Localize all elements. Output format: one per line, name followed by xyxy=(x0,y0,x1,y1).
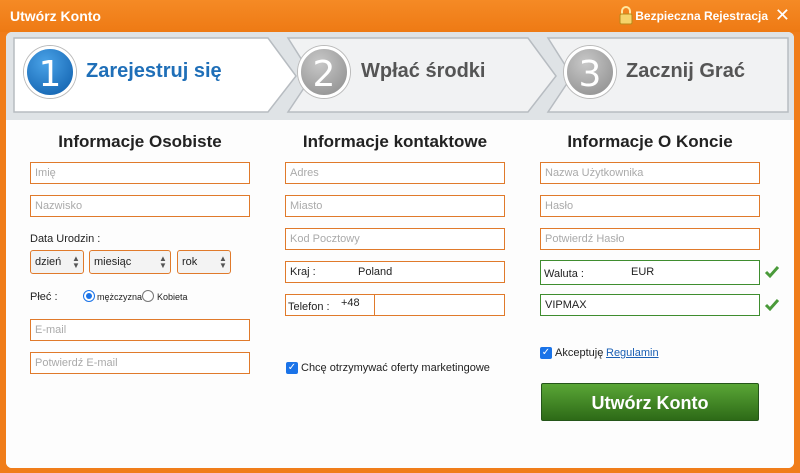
contact-info-title: Informacje kontaktowe xyxy=(302,132,488,151)
promo-code-input[interactable]: VIPMAX xyxy=(540,294,760,316)
personal-info-title: Informacje Osobiste xyxy=(58,132,222,151)
marketing-label: Chcę otrzymywać oferty marketingowe xyxy=(301,362,490,374)
phone-prefix-field[interactable]: Telefon : +48 xyxy=(285,294,375,316)
username-input[interactable]: Nazwa Użytkownika xyxy=(540,162,760,184)
dob-label: Data Urodzin : xyxy=(30,233,101,245)
year-stepper-icon: ▲ ▼ xyxy=(219,254,227,270)
postal-code-input[interactable]: Kod Pocztowy xyxy=(285,228,505,250)
year-select[interactable]: rok ▲ ▼ xyxy=(177,250,231,274)
female-radio[interactable] xyxy=(142,290,154,302)
email-confirm-input[interactable]: Potwierdź E-mail xyxy=(30,352,250,374)
gender-label: Płeć : xyxy=(30,291,58,303)
step-3-number: 3 xyxy=(564,46,616,98)
promo-valid-check-icon xyxy=(764,299,780,312)
accept-label: Akceptuję xyxy=(555,347,604,359)
day-select[interactable]: dzień ▲ ▼ xyxy=(30,250,84,274)
phone-label: Telefon : xyxy=(288,301,330,313)
create-account-button[interactable]: Utwórz Konto xyxy=(541,383,759,421)
title-bar: Utwórz Konto Bezpieczna Rejestracja ✕ xyxy=(0,0,800,32)
city-input[interactable]: Miasto xyxy=(285,195,505,217)
currency-value: EUR xyxy=(631,266,655,278)
country-label: Kraj : xyxy=(290,266,316,278)
month-stepper-icon: ▲ ▼ xyxy=(159,254,167,270)
phone-prefix: +48 xyxy=(341,297,360,309)
male-label: mężczyzna xyxy=(97,292,143,302)
currency-label: Waluta : xyxy=(544,268,584,280)
month-select[interactable]: miesiąc ▲ ▼ xyxy=(89,250,171,274)
country-field[interactable]: Kraj : Poland xyxy=(285,261,505,283)
terms-link[interactable]: Regulamin xyxy=(606,347,659,359)
step-3-label: Zacznij Grać xyxy=(626,60,745,82)
first-name-input[interactable]: Imię xyxy=(30,162,250,184)
month-value: miesiąc xyxy=(94,256,132,268)
step-2-label: Wpłać środki xyxy=(361,60,486,82)
country-value: Poland xyxy=(358,266,393,278)
password-confirm-input[interactable]: Potwierdź Hasło xyxy=(540,228,760,250)
email-input[interactable]: E-mail xyxy=(30,319,250,341)
step-1-label: Zarejestruj się xyxy=(86,60,222,82)
address-input[interactable]: Adres xyxy=(285,162,505,184)
window-frame: Utwórz Konto Bezpieczna Rejestracja ✕ 1 … xyxy=(0,0,800,473)
day-stepper-icon: ▲ ▼ xyxy=(72,254,80,270)
year-value: rok xyxy=(182,256,198,268)
step-2-number: 2 xyxy=(298,46,350,98)
steps-bar: 1 Zarejestruj się 2 Wpłać środki 3 Zaczn… xyxy=(6,32,794,120)
secure-registration-label: Bezpieczna Rejestracja xyxy=(635,9,768,23)
day-value: dzień xyxy=(35,256,62,268)
currency-field[interactable]: Waluta : EUR xyxy=(540,260,760,285)
account-info-title: Informacje O Koncie xyxy=(567,132,733,151)
marketing-checkbox[interactable]: ✓ xyxy=(286,362,298,374)
password-input[interactable]: Hasło xyxy=(540,195,760,217)
female-label: Kobieta xyxy=(157,292,188,302)
last-name-input[interactable]: Nazwisko xyxy=(30,195,250,217)
registration-panel: 1 Zarejestruj się 2 Wpłać środki 3 Zaczn… xyxy=(6,32,794,468)
lock-icon xyxy=(619,6,633,25)
currency-valid-check-icon xyxy=(764,266,780,279)
phone-input[interactable] xyxy=(374,294,505,316)
window-title: Utwórz Konto xyxy=(10,8,101,24)
form-body: Informacje Osobiste Imię Nazwisko Data U… xyxy=(6,120,794,468)
male-radio[interactable] xyxy=(83,290,95,302)
step-1-number: 1 xyxy=(24,46,76,98)
close-icon[interactable]: ✕ xyxy=(775,5,790,26)
accept-terms-checkbox[interactable]: ✓ xyxy=(540,347,552,359)
